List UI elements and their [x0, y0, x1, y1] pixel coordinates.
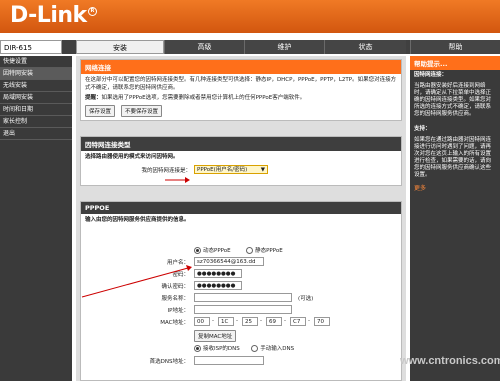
tab-status[interactable]: 状态: [324, 40, 406, 54]
tab-setup[interactable]: 安装: [76, 40, 164, 54]
sidebar-item-quick-setup[interactable]: 快捷设置: [0, 56, 72, 68]
section-subtitle: 输入由您的因特网服务供应商提供的信息。: [85, 217, 190, 223]
mac-separator: -: [284, 318, 286, 324]
mac-octet-1[interactable]: 00: [194, 317, 210, 326]
sidebar-item-wireless-setup[interactable]: 无线安装: [0, 80, 72, 92]
password-label: 密码：: [172, 272, 189, 278]
password-input[interactable]: ●●●●●●●●: [194, 269, 242, 278]
help-panel: 帮助提示... 因特网连接： 当路由器安装好后连接到网络时，请确定从下拉菜单中选…: [410, 56, 500, 381]
manual-dns-label: 手动输入DNS: [260, 346, 295, 352]
optional-note: (可选): [298, 296, 314, 302]
watermark: www.cntronics.com: [400, 355, 500, 367]
section-description: 在这部分中可以配置您的因特网连接类型。有几种连接类型可供选择：静态IP，DHCP…: [85, 77, 397, 91]
more-link[interactable]: 更多: [410, 181, 500, 194]
mac-separator: -: [260, 318, 262, 324]
connection-type-section: 因特网连接类型 选择路由器使用的模式来访问因特网。 我的因特网连接是： PPPo…: [80, 136, 402, 186]
note: 提醒：如果选用了PPPoE选项，您需要删除或者禁用您计算机上的任何PPPoE客户…: [85, 95, 306, 101]
help-heading: 因特网连接：: [414, 72, 448, 78]
tab-maintenance[interactable]: 维护: [244, 40, 324, 54]
pppoe-section: PPPOE 输入由您的因特网服务供应商提供的信息。 动态PPPoE 静态PPPo…: [80, 201, 402, 381]
mac-octet-5[interactable]: C7: [290, 317, 306, 326]
manual-dns-radio[interactable]: [251, 345, 259, 352]
service-name-label: 服务名称：: [161, 296, 189, 302]
mac-separator: -: [212, 318, 214, 324]
help-heading: 支持：: [414, 126, 431, 132]
dont-save-button[interactable]: 不要保存设置: [120, 105, 162, 117]
connection-type-select[interactable]: PPPoE(用户名/密码) ▼: [194, 165, 268, 174]
sidebar-item-logout[interactable]: 退出: [0, 128, 72, 140]
help-text: 当路由器安装好后连接到网络时，请确定从下拉菜单中选择正确的因特网连接类型。如果您…: [414, 83, 492, 117]
dlink-logo: D-Link R: [10, 3, 97, 28]
isp-dns-label: 接收ISP的DNS: [203, 346, 240, 352]
section-subtitle: 选择路由器使用的模式来访问因特网。: [85, 154, 179, 160]
help-title: 帮助提示...: [410, 56, 500, 70]
section-title: 网络连接: [81, 60, 401, 74]
mac-octet-2[interactable]: 1C: [218, 317, 234, 326]
mac-separator: -: [236, 318, 238, 324]
primary-dns-label: 首选DNS地址：: [149, 359, 189, 365]
username-label: 用户名：: [166, 260, 189, 266]
mac-octet-6[interactable]: 70: [314, 317, 330, 326]
sidebar-item-lan-setup[interactable]: 局域网安装: [0, 92, 72, 104]
save-settings-button[interactable]: 保存设置: [85, 105, 116, 117]
sidebar-item-time-date[interactable]: 时间和日期: [0, 104, 72, 116]
tab-help[interactable]: 帮助: [410, 40, 500, 54]
help-text: 如果您在通过路由器对因特网连接进行访问时遇到了问题，请再次对您在这页上输入的所有…: [414, 137, 492, 178]
section-title: 因特网连接类型: [81, 137, 401, 151]
main-content: 网络连接 在这部分中可以配置您的因特网连接类型。有几种连接类型可供选择：静态IP…: [76, 56, 406, 381]
service-name-input[interactable]: [194, 293, 292, 302]
model-label: DIR-615: [0, 40, 62, 54]
chevron-down-icon: ▼: [260, 167, 265, 173]
mac-octet-4[interactable]: 69: [266, 317, 282, 326]
static-pppoe-label: 静态PPPoE: [255, 248, 283, 254]
confirm-password-label: 确认密码：: [161, 284, 189, 290]
connection-type-label: 我的因特网连接是：: [141, 168, 191, 174]
clone-mac-button[interactable]: 复制MAC地址: [194, 330, 237, 342]
sidebar-item-parental-control[interactable]: 家长控制: [0, 116, 72, 128]
network-connection-section: 网络连接 在这部分中可以配置您的因特网连接类型。有几种连接类型可供选择：静态IP…: [80, 59, 402, 121]
sidebar: 快捷设置 因特网安装 无线安装 局域网安装 时间和日期 家长控制 退出: [0, 56, 72, 381]
header-banner: D-Link R: [0, 0, 500, 33]
username-input[interactable]: sz70366544@163.dd: [194, 257, 264, 266]
section-title: PPPOE: [81, 202, 401, 214]
ip-address-input[interactable]: [194, 305, 292, 314]
static-pppoe-radio[interactable]: [246, 247, 254, 254]
primary-dns-input[interactable]: [194, 356, 264, 365]
ip-address-label: IP地址：: [167, 308, 189, 314]
mac-separator: -: [308, 318, 310, 324]
dynamic-pppoe-radio[interactable]: [194, 247, 201, 254]
mac-octet-3[interactable]: 25: [242, 317, 258, 326]
confirm-password-input[interactable]: ●●●●●●●●: [194, 281, 242, 290]
tab-advanced[interactable]: 高级: [164, 40, 244, 54]
dynamic-pppoe-label: 动态PPPoE: [203, 248, 231, 254]
mac-address-label: MAC地址：: [160, 320, 189, 326]
isp-dns-radio[interactable]: [194, 345, 201, 352]
sidebar-item-internet-setup[interactable]: 因特网安装: [0, 68, 72, 80]
